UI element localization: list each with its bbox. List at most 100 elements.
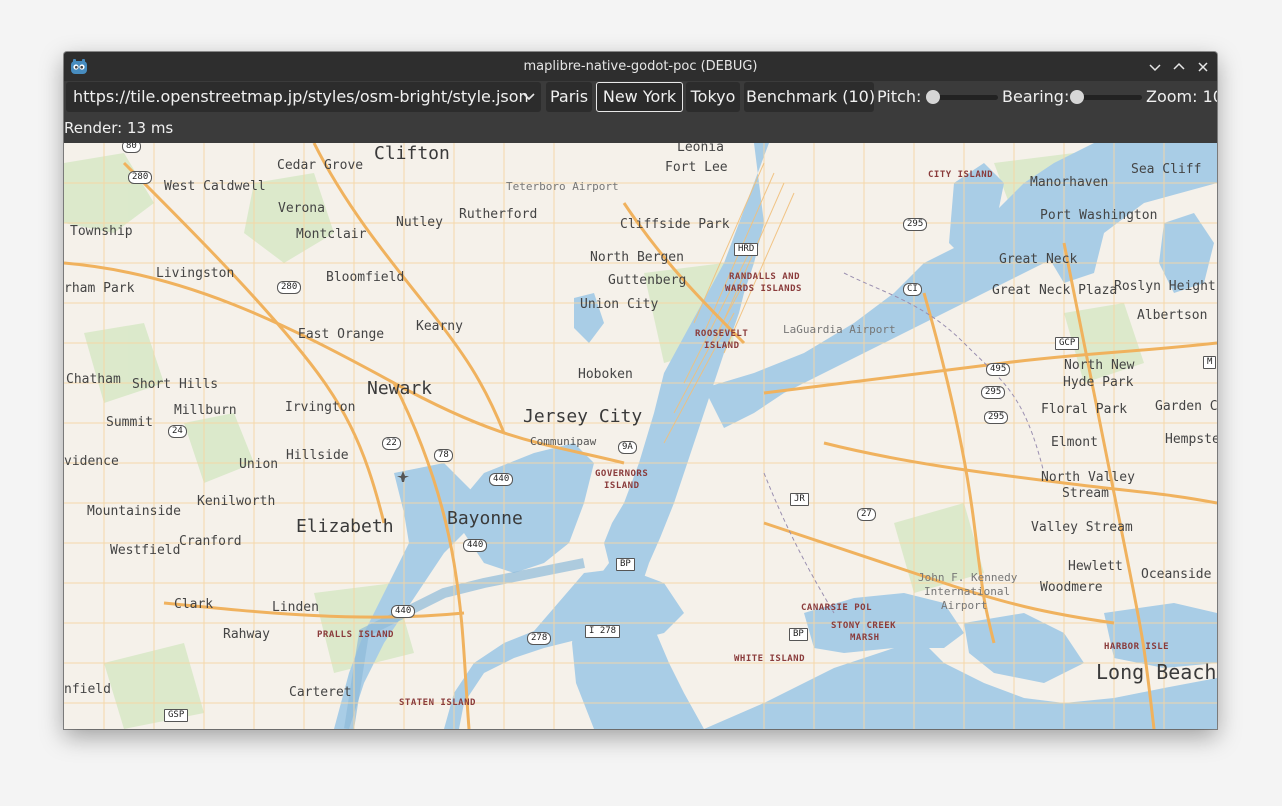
map-label-long-beach: Long Beach [1096,660,1217,684]
map-view[interactable]: Clifton Newark Jersey City Elizabeth Bay… [64,143,1217,729]
map-label-town: Leonia [677,143,724,155]
map-label-newark: Newark [367,378,433,399]
map-label-island: STATEN ISLAND [399,698,476,708]
map-label-island: ISLAND [604,481,640,491]
route-shield: HRD [734,243,759,256]
zoom-label: Zoom: 10 [1146,87,1217,106]
map-label-town: Stream [1062,486,1109,501]
map-label-airport: Airport [941,599,988,612]
route-shield: 22 [382,437,401,450]
map-label-town: Verona [278,201,325,216]
map-label-town: Cliffside Park [620,217,730,232]
map-label-town: North Bergen [590,250,684,265]
map-label-town: Carteret [289,685,352,700]
map-label-town: Great Neck [999,252,1078,267]
map-label-town: Garden City [1155,399,1217,414]
map-label-town: Livingston [156,266,235,281]
app-window: maplibre-native-godot-poc (DEBUG) https:… [64,52,1217,729]
route-shield: BP [789,628,808,641]
map-label-island: STONY CREEK [831,621,897,631]
map-label-town: vidence [64,454,119,469]
map-label-town: North New [1064,358,1135,373]
map-label-town: Manorhaven [1030,175,1109,190]
pitch-slider-grabber[interactable] [926,90,940,104]
map-label-island: WARDS ISLANDS [725,284,802,294]
map-label-town: Elmont [1051,435,1098,450]
route-shield: 280 [128,171,153,184]
map-label-town: Hyde Park [1063,375,1134,390]
map-label-jersey-city: Jersey City [523,406,643,427]
map-label-town: Union [239,457,279,472]
route-shield: 440 [463,539,488,552]
route-shield: BP [616,558,635,571]
route-shield: 295 [903,218,928,231]
map-label-town: Hoboken [578,367,633,382]
map-label-town: Short Hills [132,377,219,392]
map-label-town: Union City [580,297,659,312]
map-label-island: WHITE ISLAND [734,654,806,664]
map-label-town: Roslyn Heights [1114,279,1217,294]
map-label-town: Hewlett [1068,559,1123,574]
map-label-town: Clark [174,597,214,612]
map-label-airport: John F. Kennedy [918,571,1018,584]
route-shield: 495 [986,363,1011,376]
map-label-town: Woodmere [1040,580,1103,595]
map-label-communipaw: Communipaw [530,435,597,448]
map-label-town: Albertson [1137,308,1208,323]
route-shield: 295 [984,411,1009,424]
minimize-icon[interactable] [1146,58,1164,76]
new-york-button[interactable]: New York [596,82,683,112]
paris-button[interactable]: Paris [546,82,592,112]
map-label-island: CITY ISLAND [928,170,994,180]
map-label-town: Sea Cliff [1131,162,1202,177]
route-shield: 78 [434,449,453,462]
style-url-value: https://tile.openstreetmap.jp/styles/osm… [73,87,529,106]
map-label-town: Bloomfield [326,270,405,285]
map-label-clifton: Clifton [374,143,450,164]
map-label-town: Guttenberg [608,273,687,288]
map-label-town: Linden [272,600,319,615]
map-label-island: HARBOR ISLE [1104,642,1170,652]
route-shield: 24 [168,425,187,438]
map-label-town: North Valley [1041,470,1135,485]
map-label-town: Oceanside [1141,567,1212,582]
map-label-elizabeth: Elizabeth [296,516,394,537]
map-label-airport: Teterboro Airport [506,180,619,193]
map-label-town: Summit [106,415,153,430]
route-shield: 9A [618,441,637,454]
route-shield: CI [903,283,922,296]
map-label-island: ROOSEVELT [695,329,749,339]
pitch-slider[interactable] [926,89,998,105]
map-label-town: Floral Park [1041,402,1128,417]
toolbar: https://tile.openstreetmap.jp/styles/osm… [64,81,1217,114]
map-label-town: Irvington [285,400,356,415]
map-label-town: Port Washington [1040,208,1158,223]
map-label-bayonne: Bayonne [447,508,523,529]
map-label-town: Valley Stream [1031,520,1133,535]
map-label-town: Rutherford [459,207,538,222]
map-label-island: MARSH [850,633,880,643]
style-url-select[interactable]: https://tile.openstreetmap.jp/styles/osm… [66,82,541,112]
chevron-down-icon [523,93,535,101]
route-shield: 27 [857,508,876,521]
title-bar[interactable]: maplibre-native-godot-poc (DEBUG) [64,52,1217,81]
bearing-label: Bearing: [1002,87,1070,106]
map-label-town: nfield [64,682,111,697]
render-time-label: Render: 13 ms [64,119,174,137]
map-label-island: PRALLS ISLAND [317,630,394,640]
bearing-slider-grabber[interactable] [1070,90,1084,104]
map-label-island: ISLAND [704,341,740,351]
benchmark-button[interactable]: Benchmark (10) [744,82,875,112]
close-icon[interactable] [1194,58,1212,76]
map-label-town: Nutley [396,215,443,230]
map-label-town: Kearny [416,319,463,334]
map-label-town: Hillside [286,448,349,463]
route-shield: 440 [489,473,514,486]
map-label-town: Rahway [223,627,270,642]
map-label-town: Cedar Grove [277,158,364,173]
map-label-town: rham Park [64,281,135,296]
route-shield: 280 [277,281,302,294]
bearing-slider[interactable] [1070,89,1142,105]
maximize-icon[interactable] [1170,58,1188,76]
tokyo-button[interactable]: Tokyo [686,82,740,112]
